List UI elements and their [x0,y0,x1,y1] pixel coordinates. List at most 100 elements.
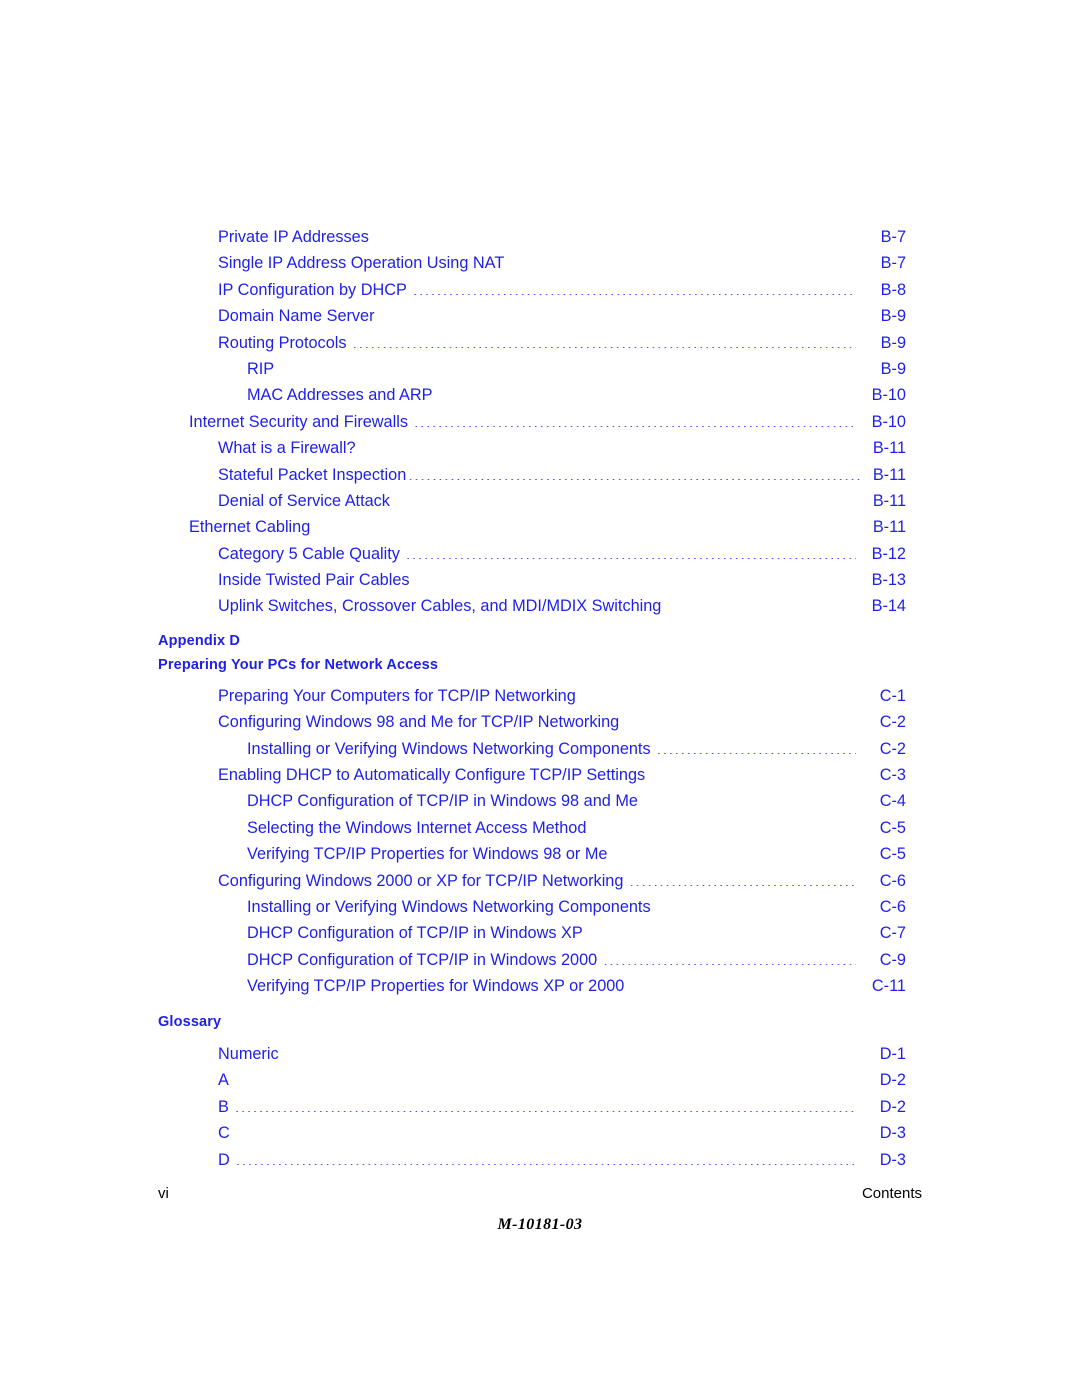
toc-group-heading: Appendix D [158,632,241,649]
toc-entry-title: Internet Security and Firewalls [189,412,408,431]
toc-entry-title: Installing or Verifying Windows Networki… [247,897,651,916]
document-page: Private IP AddressesB-7Single IP Address… [0,0,1080,1397]
toc-entry[interactable]: Denial of Service Attack B-11 [218,488,906,514]
toc-entry-page-number: B-9 [880,307,906,326]
toc-entry-page-number: C-2 [879,739,906,758]
toc-entry-page-number: B-9 [880,333,906,352]
toc-entry[interactable]: What is a Firewall? B-11 [218,435,906,461]
toc-entry[interactable]: Inside Twisted Pair Cables B-13 [218,567,906,593]
toc-entry-page-number: C-4 [879,792,906,811]
toc-entry[interactable]: DHCP Configuration of TCP/IP in Windows … [247,788,906,814]
toc-entry-page-number: C-6 [879,871,906,890]
dot-leader [312,516,861,532]
dot-leader [510,252,856,268]
toc-entry[interactable]: MAC Addresses and ARP B-10 [247,382,906,408]
toc-entry-page-number: B-7 [880,254,906,273]
toc-entry[interactable]: D D-3 [218,1147,906,1173]
dot-leader [392,490,861,506]
toc-entry[interactable]: RIP B-9 [247,356,906,382]
toc-entry-title: Preparing Your Computers for TCP/IP Netw… [218,686,576,705]
toc-entry[interactable]: Internet Security and Firewalls B-10 [189,409,906,435]
toc-entry-page-number: C-2 [879,713,906,732]
dot-leader [414,410,856,426]
page-footer: vi Contents [158,1184,922,1204]
toc-entry-page-number: B-7 [880,228,906,246]
dot-leader [644,790,856,806]
toc-entry[interactable]: Numeric D-1 [218,1041,906,1067]
toc-entry-title: DHCP Configuration of TCP/IP in Windows … [247,950,598,969]
toc-entry[interactable]: Routing Protocols B-9 [218,330,906,356]
toc-entry[interactable]: Private IP Addresses B-7 [218,224,906,250]
toc-entry[interactable]: Domain Name Server B-9 [218,303,906,329]
toc-entry[interactable]: Uplink Switches, Crossover Cables, and M… [218,593,906,619]
toc-entry[interactable]: B D-2 [218,1094,906,1120]
toc-entry[interactable]: Configuring Windows 98 and Me for TCP/IP… [218,709,906,735]
toc-entry[interactable]: DHCP Configuration of TCP/IP in Windows … [247,947,906,973]
toc-entry-page-number: B-11 [872,491,906,510]
toc-entry[interactable]: Ethernet Cabling B-11 [189,514,906,540]
toc-entry-title: Category 5 Cable Quality [218,544,400,563]
toc-entry[interactable]: Installing or Verifying Windows Networki… [247,736,906,762]
dot-leader [353,331,856,347]
toc-entry-page-number: B-10 [871,412,906,431]
toc-entry[interactable]: Verifying TCP/IP Properties for Windows … [247,841,906,867]
dot-leader [408,463,861,479]
dot-leader [285,1043,856,1059]
dot-leader [236,1148,856,1164]
toc-entry[interactable]: DHCP Configuration of TCP/IP in Windows … [247,920,906,946]
toc-entry-title: Verifying TCP/IP Properties for Windows … [247,977,625,996]
toc-entry-title: RIP [247,359,275,378]
toc-entry-page-number: D-2 [879,1071,906,1090]
toc-entry-title: Ethernet Cabling [189,518,311,537]
toc-entry-page-number: B-13 [871,571,906,590]
toc-entry-page-number: B-11 [872,518,906,537]
toc-entry[interactable]: IP Configuration by DHCP B-8 [218,277,906,303]
toc-entry-title: C [218,1124,230,1143]
dot-leader [603,948,856,964]
toc-entry-title: A [218,1071,229,1090]
toc-entry-page-number: C-1 [879,686,906,705]
dot-leader [439,384,856,400]
toc-entry[interactable]: Stateful Packet Inspection B-11 [218,462,906,488]
toc-entry-page-number: C-6 [879,897,906,916]
toc-entry-title: Numeric [218,1044,279,1063]
toc-entry-title: MAC Addresses and ARP [247,386,433,405]
dot-leader [592,817,856,833]
toc-entry[interactable]: Enabling DHCP to Automatically Configure… [218,762,906,788]
dot-leader [667,595,856,611]
toc-entry-page-number: C-9 [879,950,906,969]
dot-leader [235,1069,856,1085]
toc-entry-title: Verifying TCP/IP Properties for Windows … [247,845,608,864]
toc-entry-page-number: D-2 [879,1097,906,1116]
toc-entry-page-number: D-3 [879,1124,906,1143]
footer-document-number: M-10181-03 [497,1216,583,1233]
table-of-contents: Private IP AddressesB-7Single IP Address… [158,224,906,1173]
toc-entry-page-number: C-7 [879,924,906,943]
toc-entry-page-number: D-1 [879,1044,906,1063]
toc-entry-title: DHCP Configuration of TCP/IP in Windows … [247,924,583,943]
toc-entry[interactable]: Selecting the Windows Internet Access Me… [247,815,906,841]
toc-entry-page-number: B-8 [880,280,906,299]
toc-entry[interactable]: Category 5 Cable Quality B-12 [218,541,906,567]
toc-entry[interactable]: Installing or Verifying Windows Networki… [247,894,906,920]
toc-entry-page-number: B-11 [872,465,906,484]
footer-page-number: vi [158,1185,169,1202]
dot-leader [625,711,856,727]
toc-entry-title: B [218,1097,229,1116]
dot-leader [589,922,856,938]
dot-leader [613,843,856,859]
dot-leader [381,305,856,321]
toc-entry[interactable]: Verifying TCP/IP Properties for Windows … [247,973,906,999]
dot-leader [629,869,856,885]
toc-entry-title: Configuring Windows 98 and Me for TCP/IP… [218,713,620,732]
toc-entry[interactable]: Configuring Windows 2000 or XP for TCP/I… [218,868,906,894]
toc-entry[interactable]: Preparing Your Computers for TCP/IP Netw… [218,683,906,709]
toc-entry-page-number: D-3 [879,1150,906,1169]
toc-entry[interactable]: A D-2 [218,1067,906,1093]
dot-leader [582,685,856,701]
toc-entry-page-number: C-3 [879,766,906,785]
toc-entry-title: What is a Firewall? [218,439,356,458]
toc-entry[interactable]: C D-3 [218,1120,906,1146]
toc-entry[interactable]: Single IP Address Operation Using NAT B-7 [218,250,906,276]
